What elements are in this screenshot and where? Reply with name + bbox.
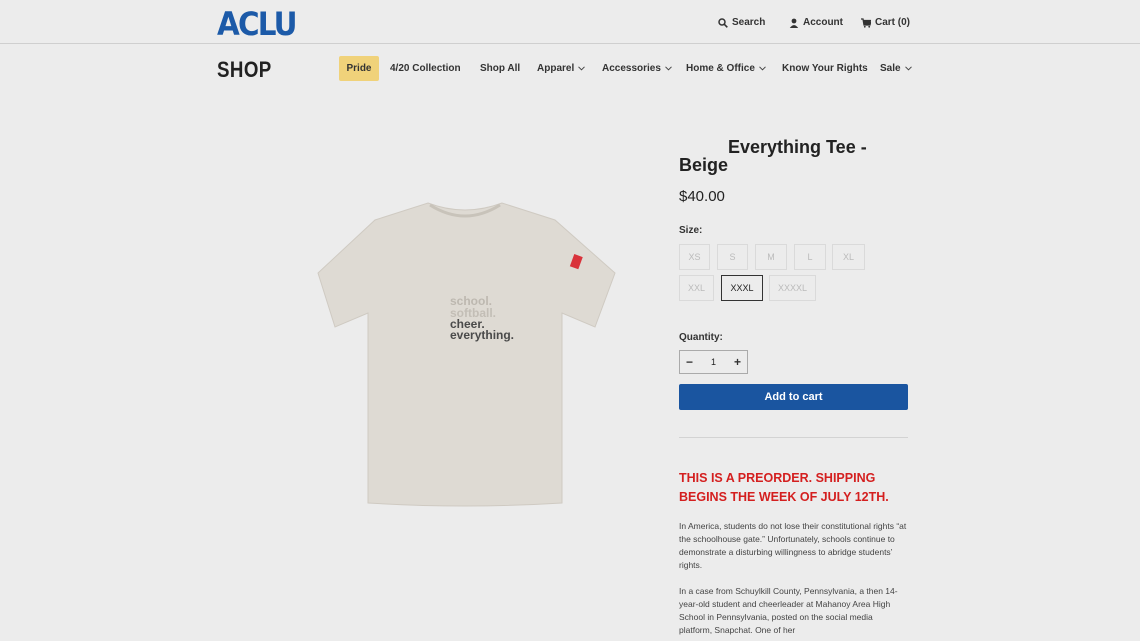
product-price: $40.00	[679, 188, 725, 205]
size-label: Size:	[679, 225, 703, 236]
account-link[interactable]: Account	[789, 17, 843, 28]
size-option-xxxxl[interactable]: XXXXL	[769, 275, 816, 301]
account-label: Account	[803, 17, 843, 28]
user-icon	[789, 18, 799, 28]
nav-item-home-office[interactable]: Home & Office	[686, 63, 766, 74]
description-paragraph-2: In a case from Schuylkill County, Pennsy…	[679, 586, 898, 635]
nav-item-label: Apparel	[537, 63, 575, 74]
size-option-xs[interactable]: XS	[679, 244, 710, 270]
chevron-down-icon	[665, 66, 672, 71]
nav-item-shop-all[interactable]: Shop All	[480, 63, 520, 74]
quantity-value[interactable]: 1	[711, 357, 716, 367]
size-option-s[interactable]: S	[717, 244, 748, 270]
nav-item-sale[interactable]: Sale	[880, 63, 912, 74]
nav-item-pride[interactable]: Pride	[339, 56, 379, 81]
product-title-line1: Everything Tee -	[728, 137, 867, 157]
cart-label: Cart (0)	[875, 17, 911, 28]
cart-icon	[861, 17, 871, 28]
size-option-m[interactable]: M	[755, 244, 787, 270]
shirt-text-everything: everything.	[450, 328, 514, 342]
search-label: Search	[732, 17, 766, 28]
nav-item-know-your-rights[interactable]: Know Your Rights	[782, 63, 868, 74]
size-option-xxl[interactable]: XXL	[679, 275, 714, 301]
search-link[interactable]: Search	[718, 17, 765, 28]
top-bar: ACLU Search Account Cart (0)	[0, 0, 1140, 44]
cart-link[interactable]: Cart (0)	[861, 17, 910, 28]
nav-item-label: Home & Office	[686, 63, 755, 74]
quantity-decrease-button[interactable]: −	[686, 355, 693, 369]
divider	[679, 437, 908, 438]
main-navigation: SHOP Pride 4/20 Collection Shop All Appa…	[0, 44, 1140, 94]
chevron-down-icon	[904, 66, 912, 71]
size-option-l[interactable]: L	[794, 244, 826, 270]
product-title: Everything Tee - Beige	[679, 138, 909, 174]
chevron-down-icon	[759, 66, 766, 71]
search-icon	[718, 17, 728, 28]
quantity-increase-button[interactable]: +	[734, 355, 741, 369]
preorder-notice: THIS IS A PREORDER. SHIPPING BEGINS THE …	[679, 471, 889, 504]
add-to-cart-button[interactable]: Add to cart	[679, 384, 908, 410]
nav-item-label: 4/20 Collection	[390, 63, 461, 74]
nav-item-label: Know Your Rights	[782, 63, 868, 74]
nav-item-label: Accessories	[602, 63, 661, 74]
size-option-xl[interactable]: XL	[832, 244, 865, 270]
quantity-stepper: − 1 +	[679, 350, 748, 374]
nav-item-420-collection[interactable]: 4/20 Collection	[390, 63, 461, 74]
product-title-line2: Beige	[679, 155, 729, 175]
nav-item-accessories[interactable]: Accessories	[602, 63, 672, 74]
nav-item-apparel[interactable]: Apparel	[537, 63, 586, 74]
aclu-logo[interactable]: ACLU	[217, 5, 297, 43]
tshirt-shape	[317, 202, 616, 507]
quantity-label: Quantity:	[679, 332, 723, 343]
nav-item-label: Shop All	[480, 63, 521, 74]
size-option-xxxl[interactable]: XXXL	[721, 275, 763, 301]
nav-item-label: Sale	[880, 63, 901, 74]
chevron-down-icon	[578, 66, 586, 71]
shop-title[interactable]: SHOP	[217, 57, 272, 83]
description-paragraph-1: In America, students do not lose their c…	[679, 521, 907, 570]
product-image[interactable]: school. softball. cheer. everything.	[310, 195, 620, 510]
